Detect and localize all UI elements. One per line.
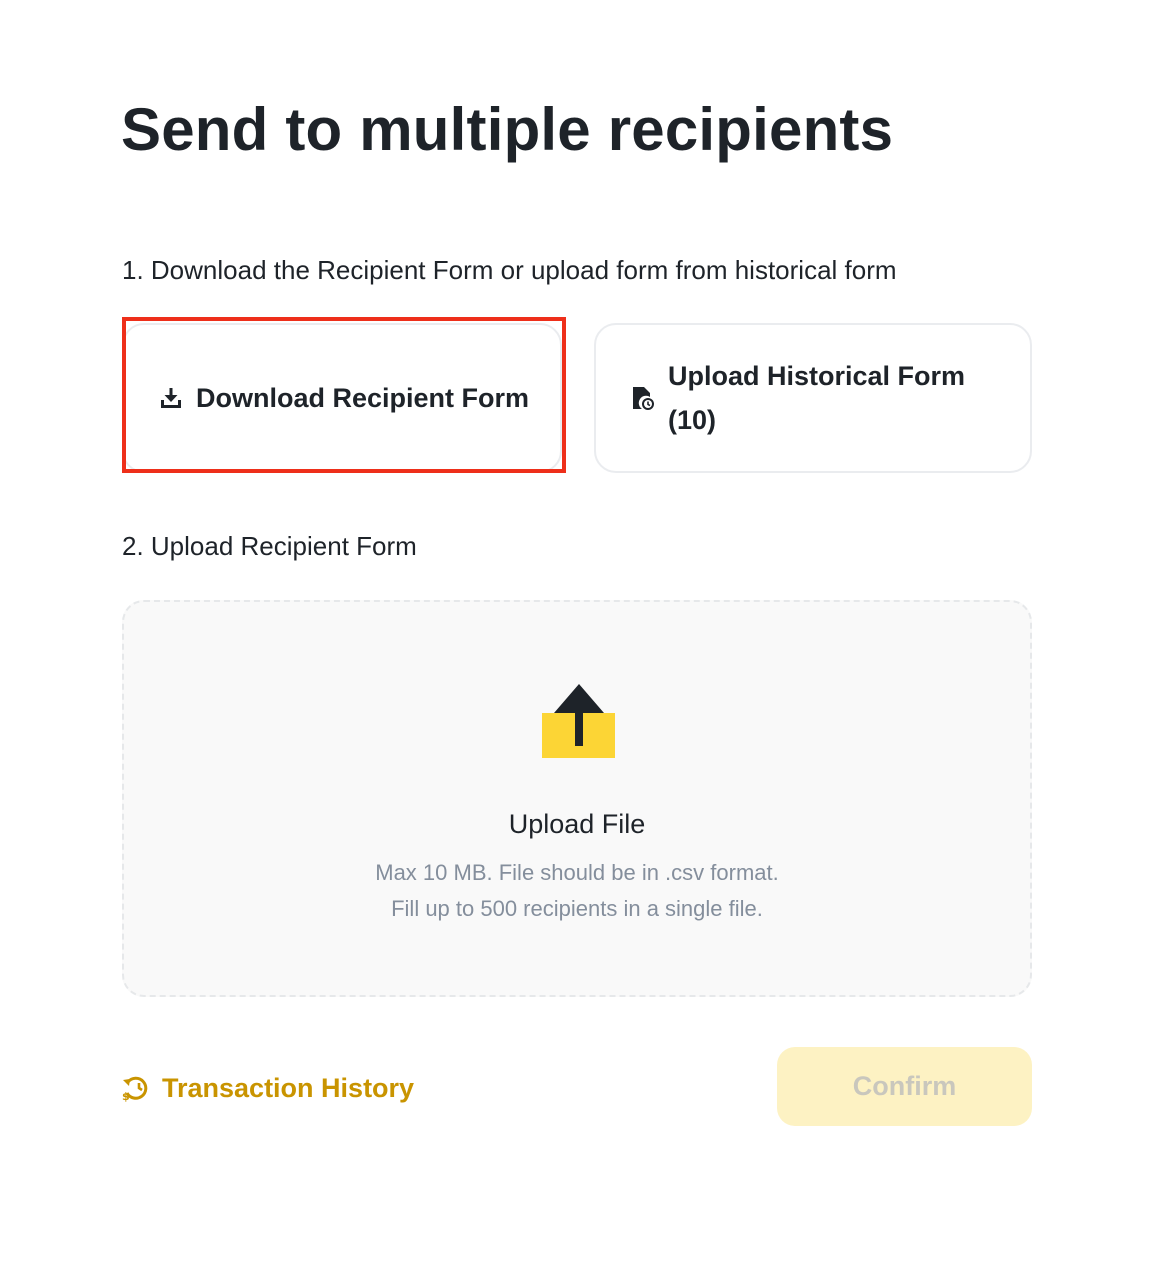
history-dollar-icon: $ (122, 1074, 150, 1102)
upload-file-icon (542, 682, 616, 760)
file-clock-icon (630, 385, 656, 411)
upload-historical-form-label: Upload Historical Form (10) (668, 361, 966, 435)
confirm-button[interactable]: Confirm (777, 1047, 1032, 1126)
upload-dropzone[interactable]: Upload File Max 10 MB. File should be in… (122, 600, 1032, 997)
download-icon (158, 385, 184, 411)
upload-file-title: Upload File (508, 809, 646, 839)
step-2-label: 2. Upload Recipient Form (122, 531, 417, 561)
page-title: Send to multiple recipients (121, 96, 894, 163)
transaction-history-label: Transaction History (162, 1072, 415, 1103)
svg-text:$: $ (122, 1090, 130, 1102)
download-recipient-form-button[interactable]: Download Recipient Form (122, 323, 562, 473)
upload-hint-recipients: Fill up to 500 recipients in a single fi… (391, 896, 763, 921)
download-recipient-form-label: Download Recipient Form (196, 383, 530, 413)
upload-historical-form-button[interactable]: Upload Historical Form (10) (594, 323, 1032, 473)
transaction-history-link[interactable]: $ Transaction History (122, 1068, 414, 1108)
upload-hint-size: Max 10 MB. File should be in .csv format… (375, 860, 779, 885)
step-1-label: 1. Download the Recipient Form or upload… (122, 255, 897, 285)
